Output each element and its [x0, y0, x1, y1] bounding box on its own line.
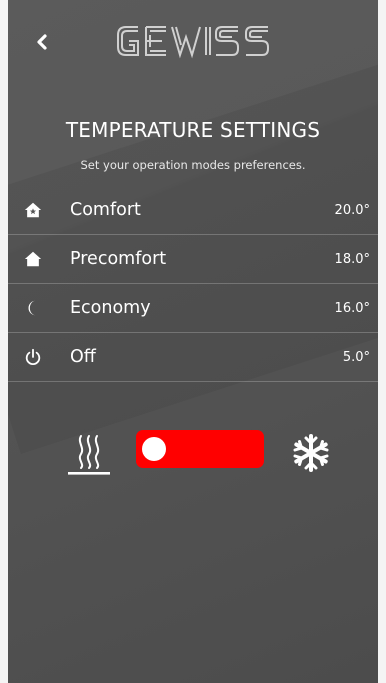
mode-row-precomfort[interactable]: Precomfort 18.0°	[8, 235, 378, 284]
gewiss-logo-icon	[117, 26, 269, 59]
brand-logo	[108, 21, 288, 61]
toggle-knob[interactable]	[142, 437, 166, 461]
mode-label: Off	[70, 347, 96, 367]
home-icon	[23, 249, 43, 269]
mode-label: Economy	[70, 298, 151, 318]
mode-label: Comfort	[70, 200, 141, 220]
mode-temperature: 5.0°	[342, 349, 370, 365]
page-title: TEMPERATURE SETTINGS	[65, 118, 321, 142]
mode-row-off[interactable]: Off 5.0°	[8, 333, 378, 382]
mode-temperature: 16.0°	[334, 300, 370, 316]
back-button[interactable]	[28, 28, 56, 56]
mode-label: Precomfort	[70, 249, 167, 269]
app-screen: TEMPERATURE SETTINGS Set your operation …	[8, 0, 378, 683]
season-toggle-switch[interactable]	[136, 430, 264, 468]
mode-temperature: 20.0°	[334, 202, 370, 218]
chevron-left-icon	[37, 34, 47, 50]
snowflake-icon[interactable]	[291, 433, 331, 473]
mode-row-economy[interactable]: Economy 16.0°	[8, 284, 378, 333]
home-star-icon	[23, 200, 43, 220]
moon-icon	[23, 298, 43, 318]
mode-temperature: 18.0°	[334, 251, 370, 267]
page-subtitle: Set your operation modes preferences.	[80, 158, 306, 172]
power-icon	[23, 347, 43, 367]
mode-row-comfort[interactable]: Comfort 20.0°	[8, 186, 378, 235]
heating-icon[interactable]	[66, 428, 112, 476]
operation-modes-list: Comfort 20.0° Precomfort 18.0° Economy 1…	[8, 186, 378, 382]
